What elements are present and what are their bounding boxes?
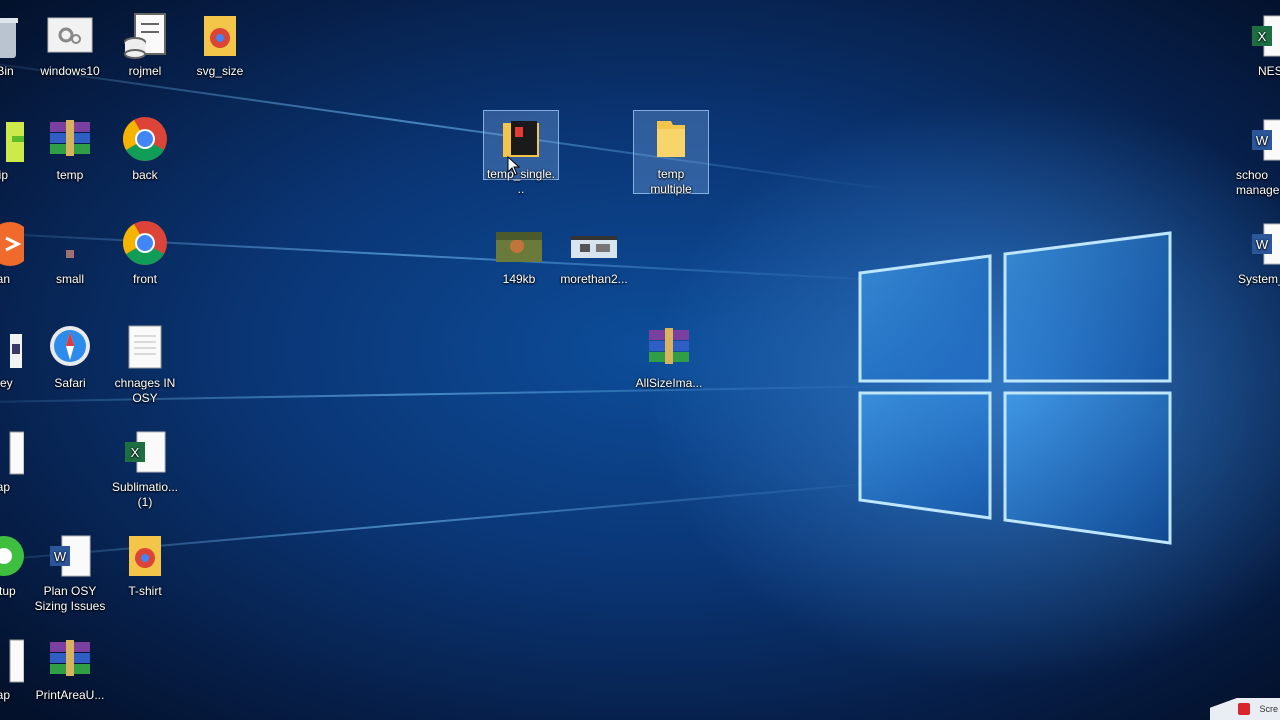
svg-text:X: X — [1258, 29, 1267, 44]
word-document-icon: W — [1248, 116, 1280, 164]
mouse-cursor-icon — [507, 156, 521, 176]
desktop-icon-tshirt[interactable]: T-shirt — [107, 528, 183, 599]
desktop-icon-front[interactable]: front — [107, 216, 183, 287]
desktop-icon-rojmel[interactable]: rojmel — [107, 8, 183, 79]
chrome-document-icon — [196, 12, 244, 60]
key-file-icon — [0, 324, 24, 372]
svg-text:X: X — [131, 445, 140, 460]
winrar-archive-icon — [645, 324, 693, 372]
desktop-icon-printarea[interactable]: PrintAreaU... — [32, 632, 108, 703]
safari-icon — [46, 324, 94, 372]
document-icon — [0, 636, 25, 684]
screen-recorder-badge: Scre — [1210, 698, 1280, 720]
record-icon — [1238, 703, 1250, 715]
desktop-icon-school[interactable]: W schoo manage — [1236, 112, 1280, 198]
desktop-icon-temp-single[interactable]: temp_single... — [483, 110, 559, 196]
image-thumbnail-icon — [495, 220, 543, 268]
desktop-icon-chnages[interactable]: chnages IN OSY — [107, 320, 183, 406]
app-icon — [0, 116, 24, 164]
recycle-bin-icon — [0, 12, 24, 60]
chrome-icon — [121, 220, 169, 268]
desktop-icon-small[interactable]: small — [32, 216, 108, 287]
desktop-icon-svg-size[interactable]: svg_size — [182, 8, 258, 79]
windows-logo — [858, 231, 1172, 545]
image-thumbnail-icon — [46, 220, 94, 268]
desktop-icon-morethan[interactable]: morethan2... — [556, 216, 632, 287]
svg-text:W: W — [54, 549, 67, 564]
desktop-icon-sublimation[interactable]: X Sublimatio... (1) — [107, 424, 183, 510]
excel-document-icon: X — [121, 428, 169, 476]
image-thumbnail-icon — [570, 220, 618, 268]
desktop-icon-nap-1[interactable]: nap — [0, 424, 38, 495]
desktop-icon-nes[interactable]: X NES — [1236, 8, 1280, 79]
desktop-icon-allsize[interactable]: AllSizeIma... — [631, 320, 707, 391]
desktop-icon-temp-multiple[interactable]: temp multiple — [633, 110, 709, 196]
chrome-document-icon — [121, 532, 169, 580]
database-file-icon — [121, 12, 169, 60]
folder-icon — [647, 115, 695, 163]
word-document-icon: W — [46, 532, 94, 580]
chrome-icon — [121, 116, 169, 164]
svg-text:W: W — [1256, 237, 1269, 252]
desktop-icon-system[interactable]: W System_ — [1236, 216, 1280, 287]
word-document-icon: W — [1248, 220, 1280, 268]
winrar-archive-icon — [46, 636, 94, 684]
folder-icon — [497, 115, 545, 163]
desktop-icon-149kb[interactable]: 149kb — [481, 216, 557, 287]
excel-document-icon: X — [1248, 12, 1280, 60]
desktop-icon-safari[interactable]: Safari — [32, 320, 108, 391]
setup-icon — [0, 532, 24, 580]
desktop-icon-windows10[interactable]: windows10 — [32, 8, 108, 79]
text-document-icon — [121, 324, 169, 372]
winrar-archive-icon — [46, 116, 94, 164]
document-icon — [0, 428, 25, 476]
desktop-icon-plan-osy[interactable]: W Plan OSY Sizing Issues — [32, 528, 108, 614]
svg-text:W: W — [1256, 133, 1269, 148]
desktop-icon-back[interactable]: back — [107, 112, 183, 183]
settings-file-icon — [46, 12, 94, 60]
app-icon — [0, 220, 32, 268]
desktop-icon-temp[interactable]: temp — [32, 112, 108, 183]
